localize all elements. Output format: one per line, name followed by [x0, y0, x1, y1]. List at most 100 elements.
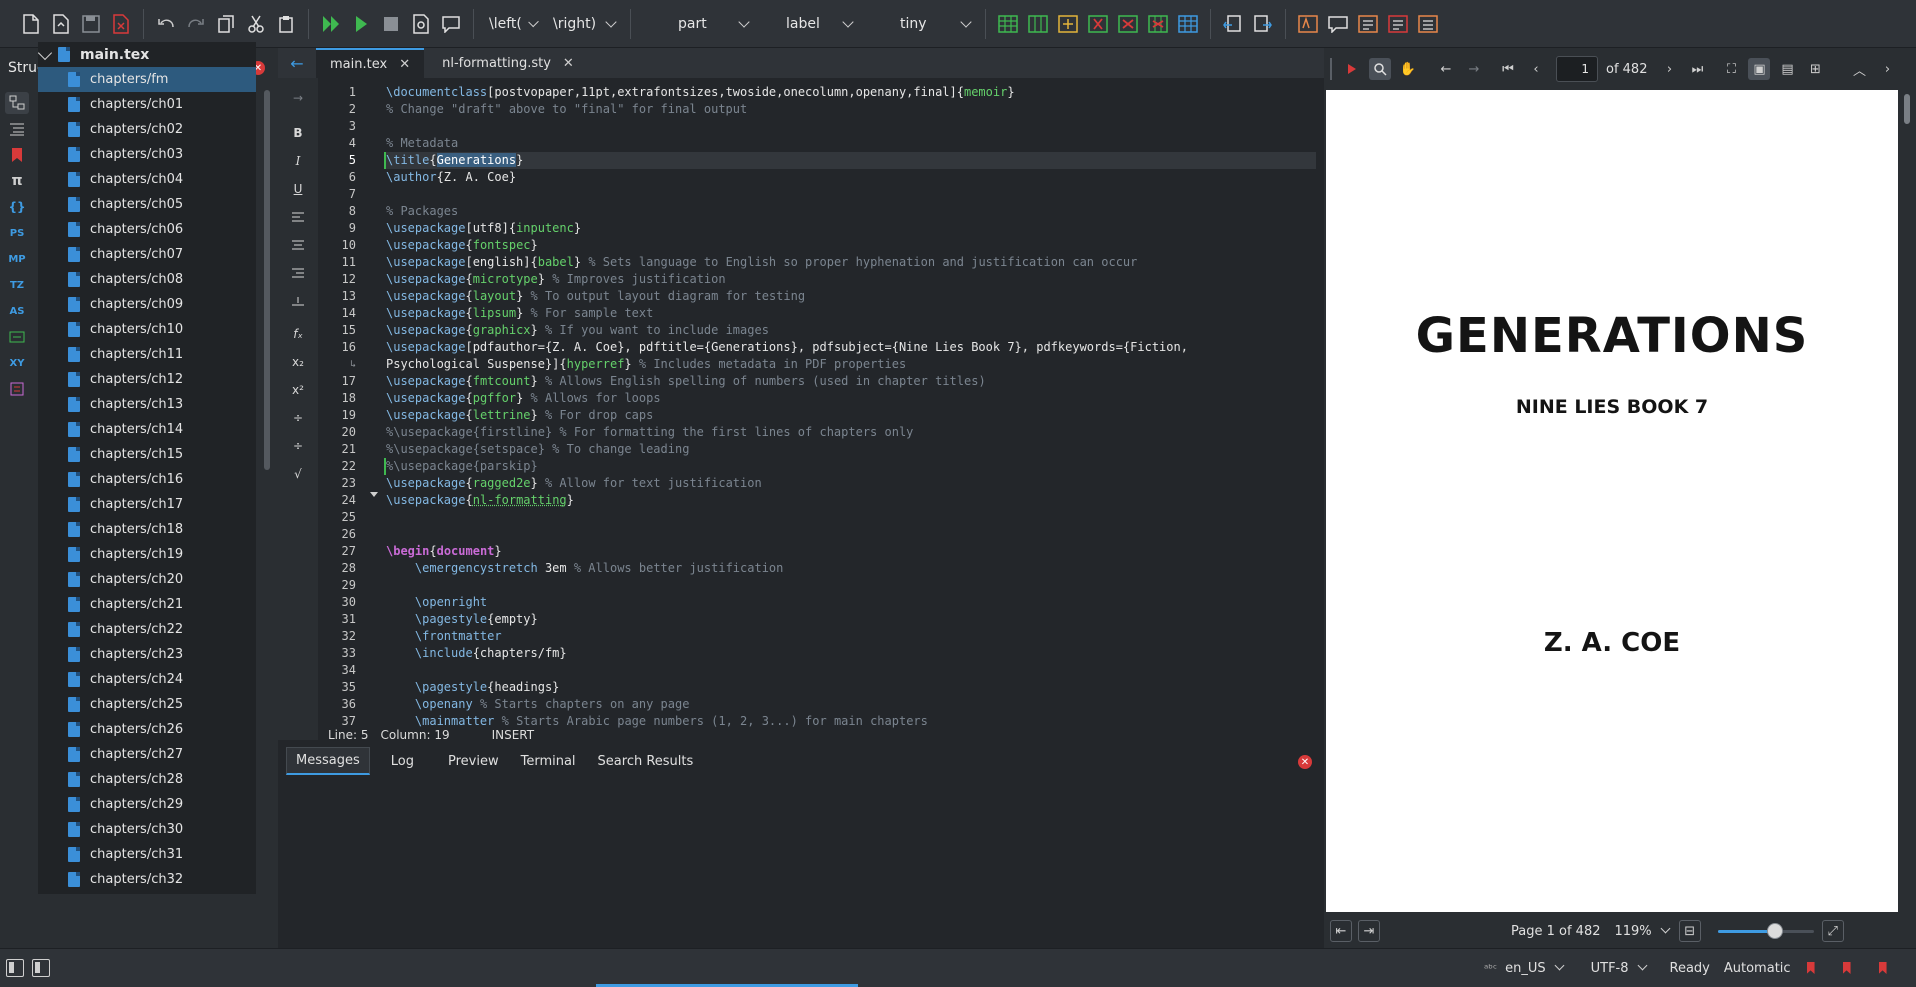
code-line[interactable]: \include{chapters/fm}: [386, 645, 1316, 662]
tab-search-results[interactable]: Search Results: [589, 747, 703, 775]
close-file-icon[interactable]: [108, 11, 134, 37]
copy-icon[interactable]: [213, 11, 239, 37]
code-line[interactable]: \title{Generations}: [386, 152, 1316, 169]
tab-nl-formatting[interactable]: nl-formatting.sty ✕: [428, 48, 588, 78]
align-left-icon[interactable]: [286, 206, 310, 228]
text-style-icon[interactable]: [1295, 11, 1321, 37]
zoom-fit-icon[interactable]: ⊟: [1678, 920, 1701, 942]
align-center-icon[interactable]: [286, 234, 310, 256]
tree-item[interactable]: chapters/ch07: [38, 242, 256, 267]
toggle-sidepanel-icon[interactable]: [6, 959, 24, 977]
close-tab-icon[interactable]: ✕: [563, 56, 574, 71]
code-line[interactable]: \openright: [386, 594, 1316, 611]
code-line[interactable]: \begin{document}: [386, 543, 1316, 560]
code-line[interactable]: \pagestyle{headings}: [386, 679, 1316, 696]
tree-item[interactable]: chapters/ch12: [38, 367, 256, 392]
code-line[interactable]: \frontmatter: [386, 628, 1316, 645]
code-line[interactable]: [386, 509, 1316, 526]
rail-tab-xy[interactable]: XY: [5, 352, 29, 374]
fit-page-icon[interactable]: ▣: [1748, 58, 1771, 80]
sqrt-icon[interactable]: √: [286, 463, 310, 485]
tree-item[interactable]: chapters/ch24: [38, 667, 256, 692]
collapse-up-icon[interactable]: ︿: [1848, 58, 1870, 80]
code-line[interactable]: \usepackage{fmtcount} % Allows English s…: [386, 373, 1316, 390]
tree-item[interactable]: chapters/ch25: [38, 692, 256, 717]
hand-tool-icon[interactable]: ✋: [1397, 58, 1419, 80]
code-line[interactable]: \usepackage{nl-formatting}: [386, 492, 1316, 509]
tree-item[interactable]: chapters/ch04: [38, 167, 256, 192]
subscript-icon[interactable]: x₂: [286, 351, 310, 373]
cut-icon[interactable]: [243, 11, 269, 37]
code-line[interactable]: \usepackage{ragged2e} % Allow for text j…: [386, 475, 1316, 492]
language-dropdown[interactable]: en_US: [1505, 960, 1565, 976]
view-pdf-icon[interactable]: [408, 11, 434, 37]
tree-item[interactable]: chapters/ch19: [38, 542, 256, 567]
reference-dropdown[interactable]: label: [756, 9, 860, 39]
tree-item[interactable]: chapters/ch01: [38, 92, 256, 117]
size-dropdown[interactable]: tiny: [860, 9, 978, 39]
table-clear-icon[interactable]: [1145, 11, 1171, 37]
left-delimiter-dropdown[interactable]: \left(: [481, 9, 545, 39]
tree-item[interactable]: chapters/ch15: [38, 442, 256, 467]
underline-icon[interactable]: U: [286, 178, 310, 200]
code-line[interactable]: [386, 526, 1316, 543]
zoom-slider-knob[interactable]: [1767, 923, 1784, 939]
fraction-icon[interactable]: ÷: [286, 407, 310, 429]
code-line[interactable]: % Packages: [386, 203, 1316, 220]
tree-item[interactable]: chapters/ch27: [38, 742, 256, 767]
table-add-icon[interactable]: [1055, 11, 1081, 37]
tree-item[interactable]: chapters/ch09: [38, 292, 256, 317]
pdf-scrollbar[interactable]: [1904, 94, 1910, 124]
code-line[interactable]: \usepackage{lettrine} % For drop caps: [386, 407, 1316, 424]
table-remove-column-icon[interactable]: [1085, 11, 1111, 37]
tree-item[interactable]: chapters/ch13: [38, 392, 256, 417]
code-line[interactable]: [386, 186, 1316, 203]
tree-item[interactable]: chapters/ch26: [38, 717, 256, 742]
forward-icon[interactable]: →: [1463, 58, 1485, 80]
compile-icon[interactable]: [348, 11, 374, 37]
pdf-page[interactable]: GENERATIONS NINE LIES BOOK 7 Z. A. COE: [1326, 90, 1898, 912]
code-line[interactable]: \pagestyle{empty}: [386, 611, 1316, 628]
tree-item[interactable]: chapters/ch32: [38, 867, 256, 892]
tree-item[interactable]: chapters/ch18: [38, 517, 256, 542]
zoom-slider[interactable]: [1717, 923, 1814, 939]
tree-item[interactable]: chapters/ch22: [38, 617, 256, 642]
rail-tab-ps[interactable]: PS: [5, 222, 29, 244]
italic-icon[interactable]: I: [286, 150, 310, 172]
tree-item[interactable]: chapters/ch05: [38, 192, 256, 217]
tree-item[interactable]: chapters/ch17: [38, 492, 256, 517]
tree-item[interactable]: chapters/ch30: [38, 817, 256, 842]
expand-right-icon[interactable]: ›: [1876, 58, 1898, 80]
tree-item[interactable]: chapters/ch14: [38, 417, 256, 442]
code-line[interactable]: \author{Z. A. Coe}: [386, 169, 1316, 186]
text-highlight-icon[interactable]: [1385, 11, 1411, 37]
code-line[interactable]: Psychological Suspense}]{hyperref} % Inc…: [386, 356, 1316, 373]
bookmark-flag-icon[interactable]: [1842, 962, 1851, 974]
code-line[interactable]: % Metadata: [386, 135, 1316, 152]
back-arrow-icon[interactable]: ←: [278, 48, 316, 78]
next-document-icon[interactable]: [1250, 11, 1276, 37]
bold-icon[interactable]: B: [286, 122, 310, 144]
align-right-icon[interactable]: [286, 262, 310, 284]
text-strike-icon[interactable]: [1415, 11, 1441, 37]
close-messages-icon[interactable]: ✕: [1298, 755, 1312, 769]
sync-from-editor-icon[interactable]: ⇥: [1358, 920, 1380, 942]
code-line[interactable]: \emergencystretch 3em % Allows better ju…: [386, 560, 1316, 577]
code-line[interactable]: \usepackage[pdfauthor={Z. A. Coe}, pdfti…: [386, 339, 1316, 356]
tab-preview[interactable]: Preview: [439, 747, 508, 775]
code-line[interactable]: \openany % Starts chapters on any page: [386, 696, 1316, 713]
table-column-icon[interactable]: [1025, 11, 1051, 37]
tree-item[interactable]: chapters/ch21: [38, 592, 256, 617]
spellcheck-icon[interactable]: ᵃᵇᶜ: [1484, 962, 1497, 975]
superscript-icon[interactable]: x²: [286, 379, 310, 401]
dfrac-icon[interactable]: ÷: [286, 435, 310, 457]
rail-tab-as[interactable]: AS: [5, 300, 29, 322]
structure-view-icon[interactable]: [5, 92, 29, 114]
previous-document-icon[interactable]: [1220, 11, 1246, 37]
fold-arrow-icon[interactable]: [370, 492, 378, 497]
tab-log[interactable]: Log: [382, 747, 423, 775]
bookmark-flag-icon[interactable]: [1806, 962, 1815, 974]
paste-icon[interactable]: [273, 11, 299, 37]
save-icon[interactable]: [78, 11, 104, 37]
tree-item[interactable]: chapters/ch10: [38, 317, 256, 342]
